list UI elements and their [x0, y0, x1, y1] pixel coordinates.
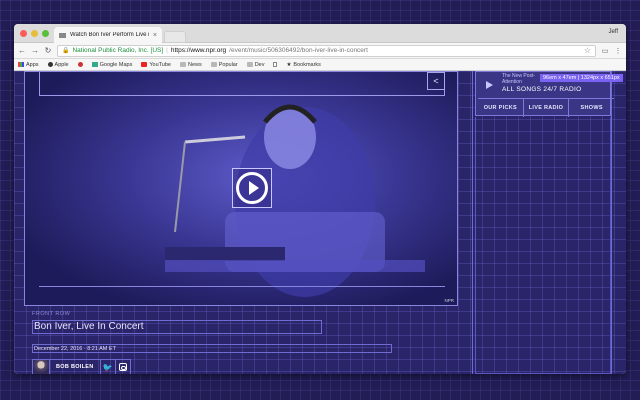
- youtube-icon: [141, 62, 148, 67]
- video-player[interactable]: < NPR: [24, 71, 458, 306]
- share-button[interactable]: <: [427, 72, 445, 90]
- minimize-window-button[interactable]: [31, 30, 38, 37]
- bookmark-youtube[interactable]: YouTube: [141, 62, 171, 68]
- url-path: /event/music/506306492/bon-iver-live-in-…: [229, 47, 368, 54]
- profile-name[interactable]: Jeff: [608, 29, 618, 35]
- url-input[interactable]: 🔒 National Public Radio, Inc. [US] | htt…: [57, 44, 596, 57]
- back-icon[interactable]: ←: [18, 46, 26, 55]
- video-divider: [39, 286, 445, 287]
- photo-credit: NPR: [444, 298, 454, 303]
- bookmark-apple[interactable]: Apple: [47, 62, 69, 68]
- radio-nav: OUR PICKS LIVE RADIO SHOWS: [478, 98, 614, 117]
- url-host: https://www.npr.org: [170, 47, 227, 54]
- close-window-button[interactable]: [20, 30, 27, 37]
- bookmark-dev[interactable]: Dev: [246, 62, 264, 68]
- author-avatar[interactable]: [33, 360, 49, 374]
- maps-icon: [91, 62, 98, 67]
- bookmark-google-maps[interactable]: Google Maps: [91, 62, 132, 68]
- nav-our-picks[interactable]: OUR PICKS: [478, 99, 524, 117]
- nav-live-radio[interactable]: LIVE RADIO: [524, 99, 570, 117]
- new-tab-button[interactable]: [164, 31, 186, 43]
- browser-tab[interactable]: Watch Bon Iver Perform Live i ×: [54, 27, 162, 43]
- apps-icon: [18, 62, 24, 67]
- bookmark-news[interactable]: News: [179, 62, 202, 68]
- twitter-button[interactable]: 🐦: [99, 360, 115, 374]
- bookmark-popular[interactable]: Popular: [210, 62, 238, 68]
- radio-name: ALL SONGS 24/7 RADIO: [502, 86, 582, 93]
- file-icon: [273, 62, 278, 67]
- section-kicker[interactable]: FRONT ROW: [32, 311, 70, 317]
- bookmark-bookmarks[interactable]: ★ Bookmarks: [286, 62, 320, 68]
- lock-icon: 🔒: [62, 48, 70, 54]
- article-headline: Bon Iver, Live In Concert: [32, 320, 322, 334]
- bookmark-pinterest[interactable]: [77, 62, 83, 67]
- article-info: FRONT ROW Bon Iver, Live In Concert Dece…: [24, 307, 458, 374]
- tab-close-icon[interactable]: ×: [153, 32, 157, 39]
- folder-icon: [246, 62, 253, 67]
- window-controls: [20, 30, 49, 37]
- radio-player[interactable]: The New Post-Attention ALL SONGS 24/7 RA…: [475, 71, 623, 117]
- performer-image: [165, 104, 425, 297]
- bookmark-apps[interactable]: Apps: [18, 62, 39, 68]
- nav-shows[interactable]: SHOWS: [569, 99, 614, 117]
- apple-icon: [47, 62, 53, 67]
- bookmark-star-icon[interactable]: ☆: [584, 46, 591, 55]
- menu-icon[interactable]: ⋮: [614, 47, 622, 55]
- page-content: < NPR FRONT ROW Bon Iver, Live In Concer…: [14, 71, 626, 374]
- byline: BOB BOILEN 🐦: [32, 359, 131, 374]
- star-icon: ★: [286, 61, 292, 68]
- share-icon: <: [433, 76, 439, 86]
- url-separator: |: [166, 47, 168, 54]
- forward-icon[interactable]: →: [31, 46, 39, 55]
- dimensions-tooltip: 96em x 47em | 1324px x 651px: [540, 74, 623, 82]
- play-icon: [236, 172, 268, 204]
- folder-icon: [210, 62, 217, 67]
- author-name[interactable]: BOB BOILEN: [49, 360, 100, 374]
- play-button[interactable]: [232, 168, 272, 208]
- bookmarks-bar: Apps Apple Google Maps YouTube News Popu…: [14, 59, 626, 71]
- twitter-icon: 🐦: [102, 362, 113, 372]
- secure-label: National Public Radio, Inc. [US]: [72, 47, 164, 54]
- browser-window: Watch Bon Iver Perform Live i × Jeff ← →…: [14, 24, 626, 374]
- sidebar-column: [475, 117, 611, 374]
- npr-favicon-icon: [59, 32, 66, 38]
- tab-bar: Watch Bon Iver Perform Live i × Jeff: [14, 24, 626, 43]
- article-date: December 22, 2016 · 8:21 AM ET: [32, 344, 392, 353]
- maximize-window-button[interactable]: [42, 30, 49, 37]
- address-bar: ← → ↻ 🔒 National Public Radio, Inc. [US]…: [14, 43, 626, 59]
- instagram-button[interactable]: [114, 360, 130, 374]
- bookmark-file[interactable]: [273, 62, 278, 67]
- pinterest-icon: [77, 62, 83, 67]
- instagram-icon: [118, 363, 127, 371]
- folder-icon: [179, 62, 186, 67]
- cast-icon[interactable]: ▭: [601, 47, 609, 55]
- reload-icon[interactable]: ↻: [44, 46, 52, 55]
- sidebar: The New Post-Attention ALL SONGS 24/7 RA…: [472, 71, 623, 374]
- tab-title: Watch Bon Iver Perform Live i: [70, 32, 149, 38]
- radio-subtitle: The New Post-Attention: [502, 73, 536, 85]
- radio-play-icon[interactable]: [486, 81, 493, 89]
